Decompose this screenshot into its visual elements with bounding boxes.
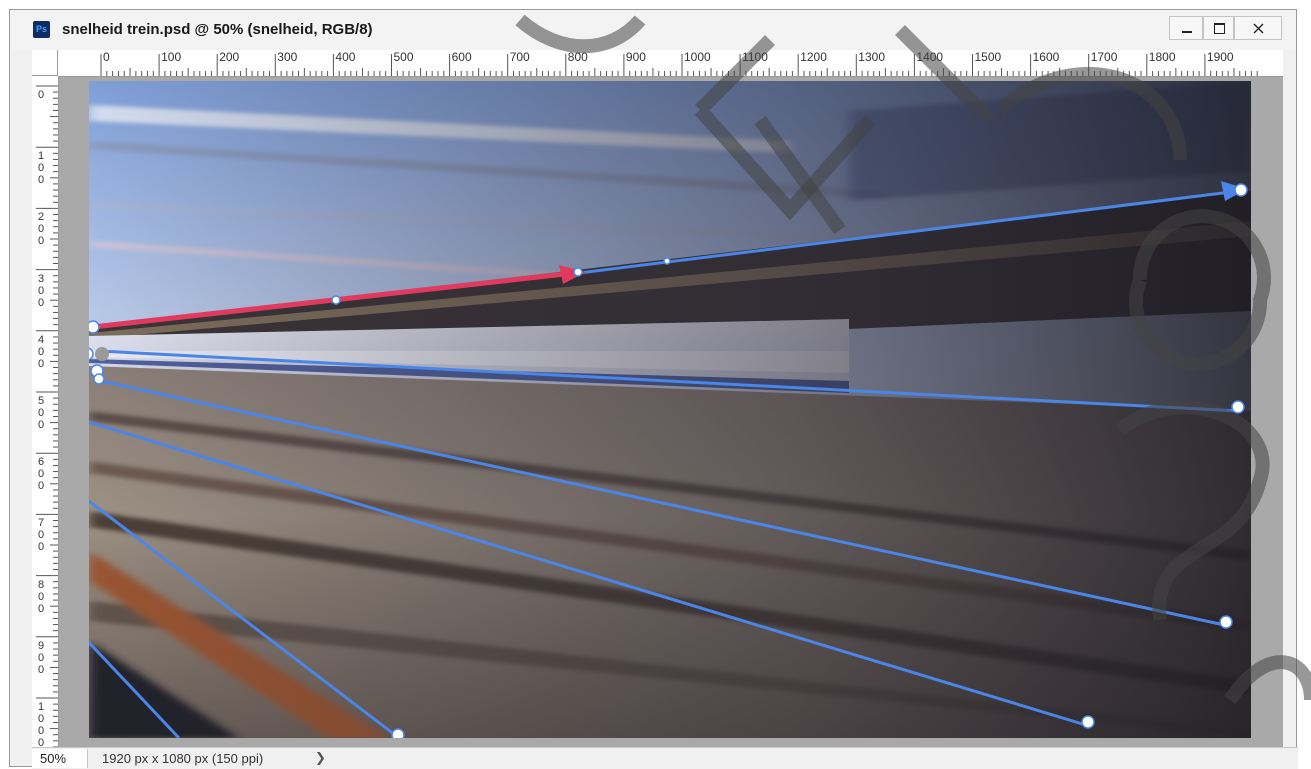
chevron-right-icon[interactable]: ❯	[315, 751, 326, 766]
ruler-label: 1900	[1206, 50, 1234, 64]
ruler-label: 200	[219, 50, 240, 64]
ruler-label: 1800	[1148, 50, 1176, 64]
ruler-label: 300	[37, 272, 45, 309]
ruler-label: 1100	[742, 50, 768, 64]
document-window: Ps snelheid trein.psd @ 50% (snelheid, R…	[9, 9, 1298, 769]
ruler-label: 100	[161, 50, 182, 64]
ruler-label: 1000	[684, 50, 711, 64]
photoshop-icon: Ps	[33, 21, 50, 38]
ruler-label: 300	[277, 50, 298, 64]
ruler-label: 400	[37, 333, 45, 370]
ruler-label: 700	[37, 517, 45, 554]
ruler-label: 500	[37, 395, 45, 431]
ruler-label: 600	[451, 50, 472, 64]
ruler-label: 1600	[1032, 50, 1060, 64]
status-bar: 50% 1920 px x 1080 px (150 ppi) ❯	[32, 747, 1298, 769]
window-title: snelheid trein.psd @ 50% (snelheid, RGB/…	[62, 21, 373, 38]
vertical-ruler-ticks	[36, 85, 58, 747]
ruler-label: 1000	[37, 701, 45, 747]
ruler-label: 1300	[858, 50, 885, 64]
canvas-area[interactable]	[59, 77, 1283, 747]
ruler-label: 700	[509, 50, 530, 64]
ruler-label: 0	[103, 50, 110, 64]
ruler-label: 100	[37, 150, 45, 187]
ruler-label: 900	[625, 50, 646, 64]
ruler-label: 1500	[974, 50, 1002, 64]
close-button[interactable]	[1234, 16, 1282, 40]
ruler-label: 400	[335, 50, 356, 64]
ruler-label: 1200	[800, 50, 827, 64]
ruler-origin[interactable]	[32, 50, 58, 76]
ruler-label: 900	[37, 639, 45, 676]
ruler-label: 0	[37, 89, 45, 101]
ruler-label: 1400	[916, 50, 944, 64]
ruler-label: 500	[393, 50, 414, 64]
vertical-ruler[interactable]: 0 100 200 300 400 500 600 700 800 900 1000	[32, 76, 59, 747]
close-icon	[1253, 23, 1264, 34]
horizontal-ruler[interactable]: 0 100 200 300 400 500 600 700 800 900 1000 1100 1200…	[32, 50, 1283, 77]
maximize-button[interactable]	[1203, 16, 1234, 40]
zoom-level-field[interactable]: 50%	[32, 749, 88, 768]
minimize-icon	[1182, 31, 1192, 33]
ruler-label: 600	[37, 456, 45, 493]
title-bar[interactable]: Ps snelheid trein.psd @ 50% (snelheid, R…	[10, 10, 1296, 50]
ruler-label: 800	[567, 50, 588, 64]
ruler-label: 200	[37, 211, 45, 248]
ruler-label: 1700	[1090, 50, 1118, 64]
document-info[interactable]: 1920 px x 1080 px (150 ppi)	[102, 751, 263, 766]
maximize-icon	[1214, 23, 1225, 34]
ruler-label: 800	[37, 578, 45, 615]
minimize-button[interactable]	[1169, 16, 1203, 40]
motion-blur-train-photo[interactable]	[89, 81, 1251, 738]
